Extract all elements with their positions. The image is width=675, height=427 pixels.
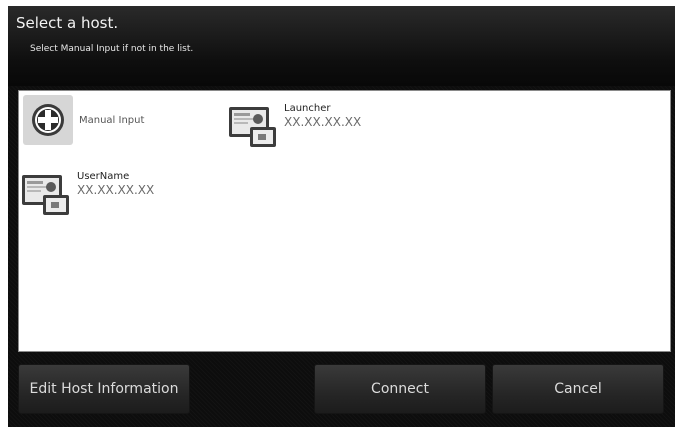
host-text-launcher: Launcher XX.XX.XX.XX xyxy=(284,103,361,129)
manual-input-item[interactable]: Manual Input xyxy=(23,95,144,145)
host-select-dialog: Select a host. Select Manual Input if no… xyxy=(8,6,675,427)
dialog-title: Select a host. xyxy=(16,14,119,32)
host-item-username[interactable]: UserName XX.XX.XX.XX xyxy=(21,171,154,221)
host-computer-icon xyxy=(229,107,276,147)
edit-host-information-button[interactable]: Edit Host Information xyxy=(18,364,190,414)
host-name: UserName xyxy=(77,171,130,182)
dialog-subtitle: Select Manual Input if not in the list. xyxy=(30,44,194,54)
host-ip: XX.XX.XX.XX xyxy=(284,115,362,129)
dialog-footer: Edit Host Information Connect Cancel xyxy=(8,352,675,427)
host-list: Manual Input Launcher XX.XX.XX.XX UserNa… xyxy=(18,90,671,352)
cancel-button[interactable]: Cancel xyxy=(492,364,664,414)
connect-button[interactable]: Connect xyxy=(314,364,486,414)
host-name: Launcher xyxy=(284,103,331,114)
manual-input-label: Manual Input xyxy=(79,115,145,126)
host-text-username: UserName XX.XX.XX.XX xyxy=(77,171,154,197)
add-icon xyxy=(32,104,64,136)
manual-input-tile xyxy=(23,95,73,145)
host-item-launcher[interactable]: Launcher XX.XX.XX.XX xyxy=(228,103,361,153)
host-computer-icon xyxy=(22,175,69,215)
dialog-header: Select a host. Select Manual Input if no… xyxy=(8,6,675,86)
host-ip: XX.XX.XX.XX xyxy=(77,183,155,197)
